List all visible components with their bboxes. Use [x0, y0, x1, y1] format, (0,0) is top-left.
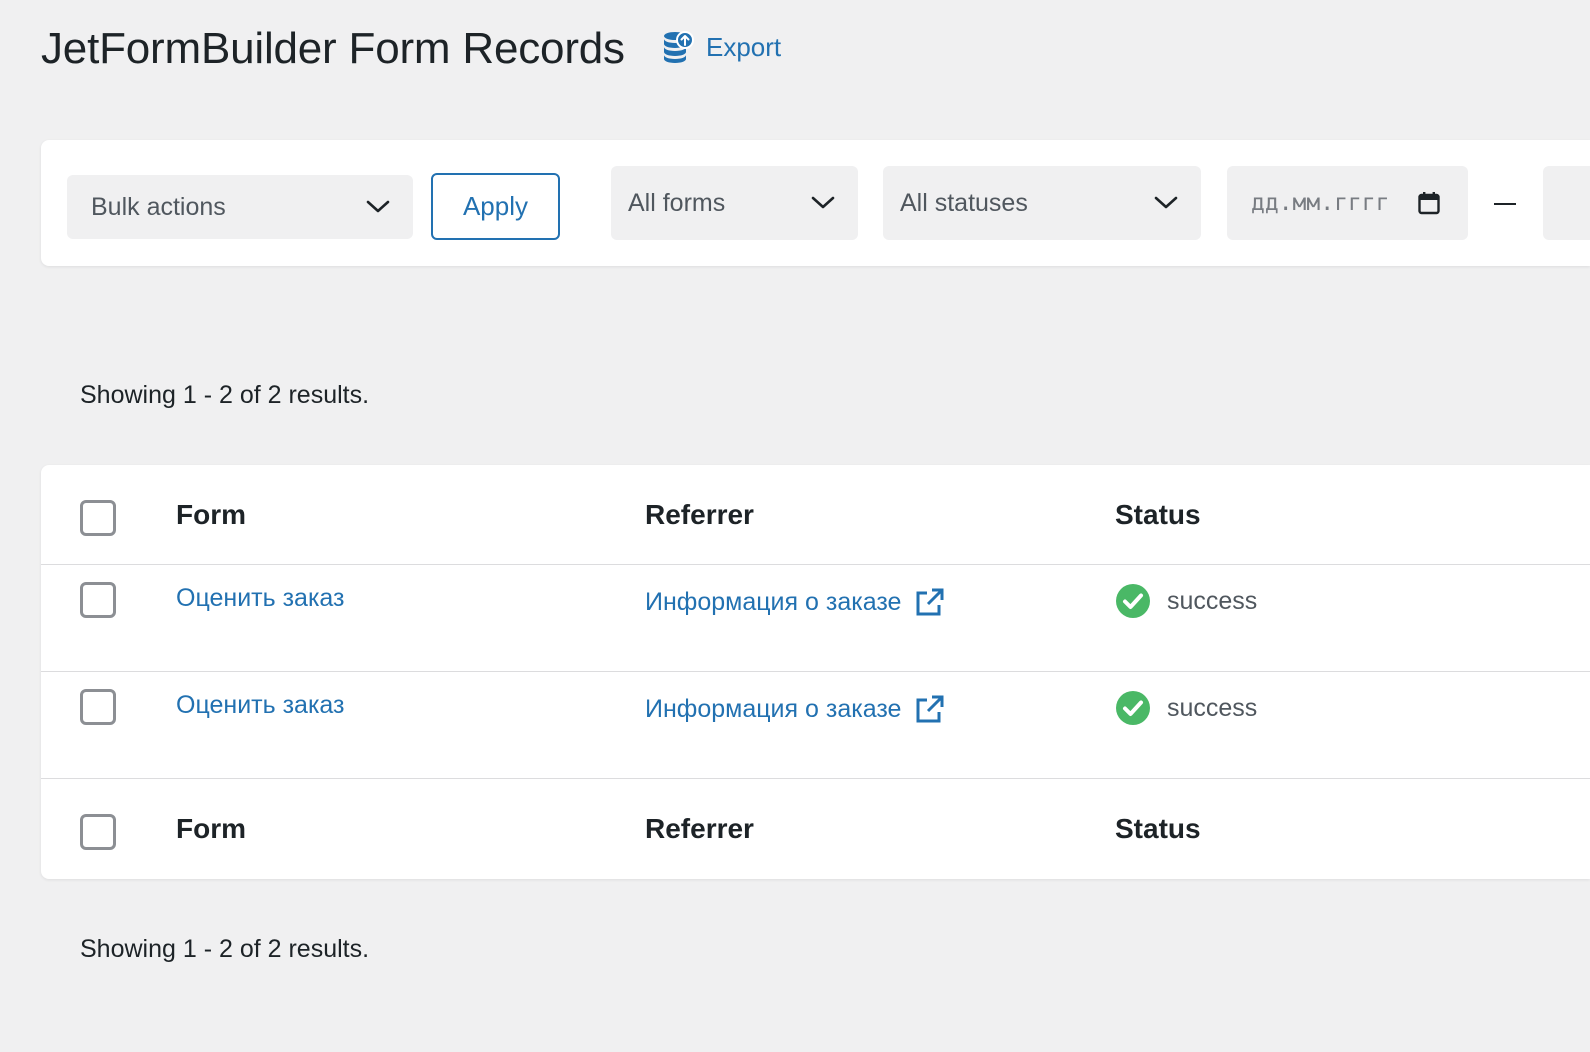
- export-button[interactable]: Export: [662, 30, 781, 64]
- status-filter-value: All statuses: [900, 188, 1028, 217]
- chevron-down-icon: [811, 196, 835, 209]
- forms-filter-value: All forms: [628, 188, 726, 217]
- column-footer-referrer[interactable]: Referrer: [645, 813, 754, 845]
- select-all-checkbox[interactable]: [80, 500, 116, 536]
- column-footer-form[interactable]: Form: [176, 813, 246, 845]
- date-from-placeholder: дд.мм.гггг: [1251, 190, 1390, 216]
- status-cell: success: [1115, 583, 1257, 619]
- row-checkbox[interactable]: [80, 689, 116, 725]
- database-upload-icon: [664, 31, 694, 63]
- page-title: JetFormBuilder Form Records: [41, 24, 625, 73]
- date-to-input[interactable]: [1543, 166, 1590, 240]
- status-filter-select[interactable]: All statuses: [883, 166, 1201, 240]
- records-table: Form Referrer Status Оценить заказ Инфор…: [41, 465, 1590, 879]
- table-footer-row: Form Referrer Status: [41, 779, 1590, 879]
- bulk-actions-value: Bulk actions: [91, 192, 226, 221]
- records-page: JetFormBuilder Form Records Export Bulk …: [0, 0, 1590, 1052]
- date-range-separator: [1494, 203, 1516, 205]
- calendar-icon[interactable]: [1418, 191, 1440, 215]
- check-circle-icon: [1116, 691, 1150, 725]
- referrer-label: Информация о заказе: [645, 694, 902, 723]
- status-text: success: [1167, 586, 1258, 615]
- date-from-input[interactable]: дд.мм.гггг: [1227, 166, 1468, 240]
- bulk-actions-select[interactable]: Bulk actions: [67, 175, 413, 239]
- chevron-down-icon: [366, 200, 390, 213]
- apply-button[interactable]: Apply: [431, 173, 560, 240]
- external-link-icon: [916, 588, 944, 616]
- referrer-link[interactable]: Информация о заказе: [645, 587, 945, 617]
- results-count-top: Showing 1 - 2 of 2 results.: [80, 381, 370, 409]
- export-label: Export: [706, 31, 782, 62]
- column-header-referrer[interactable]: Referrer: [645, 499, 754, 531]
- referrer-link[interactable]: Информация о заказе: [645, 694, 945, 724]
- forms-filter-select[interactable]: All forms: [611, 166, 858, 240]
- referrer-label: Информация о заказе: [645, 587, 902, 616]
- check-circle-icon: [1116, 584, 1150, 618]
- column-header-status[interactable]: Status: [1115, 499, 1201, 531]
- filter-bar: Bulk actions Apply All forms All statuse…: [41, 140, 1590, 266]
- form-link[interactable]: Оценить заказ: [176, 691, 345, 720]
- table-row: Оценить заказ Информация о заказе succes…: [41, 672, 1590, 779]
- row-checkbox[interactable]: [80, 582, 116, 618]
- results-count-bottom: Showing 1 - 2 of 2 results.: [80, 935, 370, 963]
- status-text: success: [1167, 693, 1258, 722]
- chevron-down-icon: [1154, 196, 1178, 209]
- table-header-row: Form Referrer Status: [41, 465, 1590, 565]
- column-footer-status[interactable]: Status: [1115, 813, 1201, 845]
- external-link-icon: [916, 695, 944, 723]
- column-header-form[interactable]: Form: [176, 499, 246, 531]
- status-cell: success: [1115, 690, 1257, 726]
- table-row: Оценить заказ Информация о заказе succes…: [41, 565, 1590, 672]
- select-all-checkbox-footer[interactable]: [80, 814, 116, 850]
- form-link[interactable]: Оценить заказ: [176, 584, 345, 613]
